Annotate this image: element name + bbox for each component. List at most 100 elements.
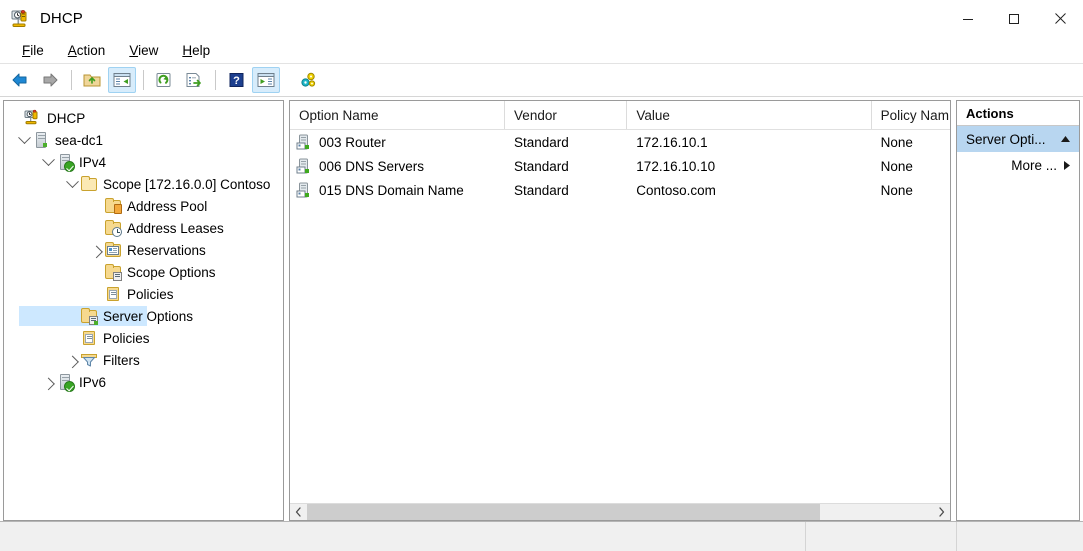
- actions-pane: Actions Server Opti... More ...: [956, 100, 1080, 521]
- tree-item-label: Address Leases: [127, 221, 230, 236]
- actions-item-label: More ...: [989, 158, 1057, 173]
- dhcp-tools-icon[interactable]: [294, 67, 322, 93]
- horizontal-scrollbar[interactable]: [290, 503, 950, 520]
- forward-icon[interactable]: [36, 67, 64, 93]
- tree-item-address-pool[interactable]: Address Pool: [4, 195, 283, 217]
- chevron-right-icon[interactable]: [40, 371, 56, 393]
- console-tree: DHCP sea-dc1: [4, 101, 283, 393]
- tree-item-label: Reservations: [127, 243, 212, 258]
- help-icon[interactable]: ?: [222, 67, 250, 93]
- scrollbar-track[interactable]: [307, 504, 933, 521]
- tree-item-label: Server Options: [103, 309, 199, 324]
- twisty-placeholder: [8, 107, 24, 129]
- list-body: 003 Router Standard 172.16.10.1 None: [290, 130, 950, 503]
- tree-item-label: Filters: [103, 353, 146, 368]
- server-icon: [32, 131, 50, 149]
- tree-item-label: sea-dc1: [55, 133, 109, 148]
- chevron-down-icon[interactable]: [64, 173, 80, 195]
- status-segment-2: [806, 522, 956, 551]
- menu-help[interactable]: Help: [170, 40, 222, 61]
- scroll-left-icon[interactable]: [290, 504, 307, 521]
- column-header-vendor[interactable]: Vendor: [505, 101, 627, 129]
- cell-option-name: 006 DNS Servers: [319, 159, 424, 174]
- show-hide-action-pane-icon[interactable]: [252, 67, 280, 93]
- twisty-placeholder: [64, 327, 80, 349]
- status-bar: [0, 521, 1083, 551]
- twisty-placeholder: [64, 305, 80, 327]
- menu-view[interactable]: View: [117, 40, 170, 61]
- chevron-right-icon[interactable]: [88, 239, 104, 261]
- table-row[interactable]: 003 Router Standard 172.16.10.1 None: [290, 130, 950, 154]
- ipv6-server-icon: [56, 373, 74, 391]
- toolbar-separator: [143, 70, 144, 90]
- tree-item-scope-policies[interactable]: Policies: [4, 283, 283, 305]
- tree-item-dhcp[interactable]: DHCP: [4, 107, 283, 129]
- tree-item-scope[interactable]: Scope [172.16.0.0] Contoso: [4, 173, 283, 195]
- chevron-right-icon[interactable]: [1063, 160, 1071, 171]
- dhcp-root-icon: [24, 109, 42, 127]
- folder-open-icon: [80, 175, 98, 193]
- option-icon: [296, 182, 312, 198]
- status-segment-1: [0, 522, 805, 551]
- tree-item-label: Scope Options: [127, 265, 222, 280]
- up-one-level-icon[interactable]: [78, 67, 106, 93]
- tree-item-reservations[interactable]: Reservations: [4, 239, 283, 261]
- list-header-row: Option Name Vendor Value Policy Nam: [290, 101, 950, 130]
- twisty-placeholder: [88, 217, 104, 239]
- console-body: DHCP sea-dc1: [0, 97, 1083, 521]
- actions-item-server-options[interactable]: Server Opti...: [957, 126, 1079, 152]
- column-header-policy-name[interactable]: Policy Nam: [872, 101, 950, 129]
- scroll-right-icon[interactable]: [933, 504, 950, 521]
- close-button[interactable]: [1037, 0, 1083, 37]
- option-icon: [296, 134, 312, 150]
- address-pool-icon: [104, 197, 122, 215]
- menu-help-label: elp: [192, 43, 210, 58]
- twisty-placeholder: [88, 195, 104, 217]
- twisty-placeholder: [88, 261, 104, 283]
- tree-item-label: DHCP: [47, 111, 91, 126]
- column-header-value[interactable]: Value: [627, 101, 871, 129]
- cell-value: 172.16.10.1: [627, 135, 871, 150]
- menu-action[interactable]: Action: [56, 40, 118, 61]
- tree-item-label: Address Pool: [127, 199, 213, 214]
- tree-item-sea-dc1[interactable]: sea-dc1: [4, 129, 283, 151]
- scrollbar-thumb[interactable]: [307, 504, 820, 521]
- option-icon: [296, 158, 312, 174]
- refresh-icon[interactable]: [150, 67, 178, 93]
- cell-option-name: 015 DNS Domain Name: [319, 183, 464, 198]
- chevron-right-icon[interactable]: [64, 349, 80, 371]
- table-row[interactable]: 006 DNS Servers Standard 172.16.10.10 No…: [290, 154, 950, 178]
- chevron-down-icon[interactable]: [16, 129, 32, 151]
- tree-item-label: IPv4: [79, 155, 112, 170]
- tree-item-server-options[interactable]: Server Options: [4, 305, 283, 327]
- cell-policy-name: None: [872, 159, 950, 174]
- tree-item-scope-options[interactable]: Scope Options: [4, 261, 283, 283]
- maximize-button[interactable]: [991, 0, 1037, 37]
- status-segment-3: [957, 522, 1083, 551]
- back-icon[interactable]: [6, 67, 34, 93]
- toolbar-separator: [215, 70, 216, 90]
- chevron-down-icon[interactable]: [40, 151, 56, 173]
- tree-item-address-leases[interactable]: Address Leases: [4, 217, 283, 239]
- show-hide-console-tree-icon[interactable]: [108, 67, 136, 93]
- tree-item-ipv6[interactable]: IPv6: [4, 371, 283, 393]
- table-row[interactable]: 015 DNS Domain Name Standard Contoso.com…: [290, 178, 950, 202]
- scope-options-icon: [104, 263, 122, 281]
- toolbar: ?: [0, 64, 1083, 97]
- tree-item-filters[interactable]: Filters: [4, 349, 283, 371]
- menu-file[interactable]: File: [10, 40, 56, 61]
- actions-pane-header: Actions: [957, 101, 1079, 126]
- options-list-pane[interactable]: Option Name Vendor Value Policy Nam: [289, 100, 951, 521]
- chevron-up-icon[interactable]: [1060, 135, 1071, 143]
- minimize-button[interactable]: [945, 0, 991, 37]
- tree-item-ipv4[interactable]: IPv4: [4, 151, 283, 173]
- server-options-icon: [80, 307, 98, 325]
- tree-item-server-policies[interactable]: Policies: [4, 327, 283, 349]
- toolbar-separator: [287, 70, 288, 90]
- actions-item-more[interactable]: More ...: [957, 152, 1079, 178]
- export-list-icon[interactable]: [180, 67, 208, 93]
- twisty-placeholder: [88, 283, 104, 305]
- cell-policy-name: None: [872, 135, 950, 150]
- console-tree-pane[interactable]: DHCP sea-dc1: [3, 100, 284, 521]
- column-header-option-name[interactable]: Option Name: [290, 101, 505, 129]
